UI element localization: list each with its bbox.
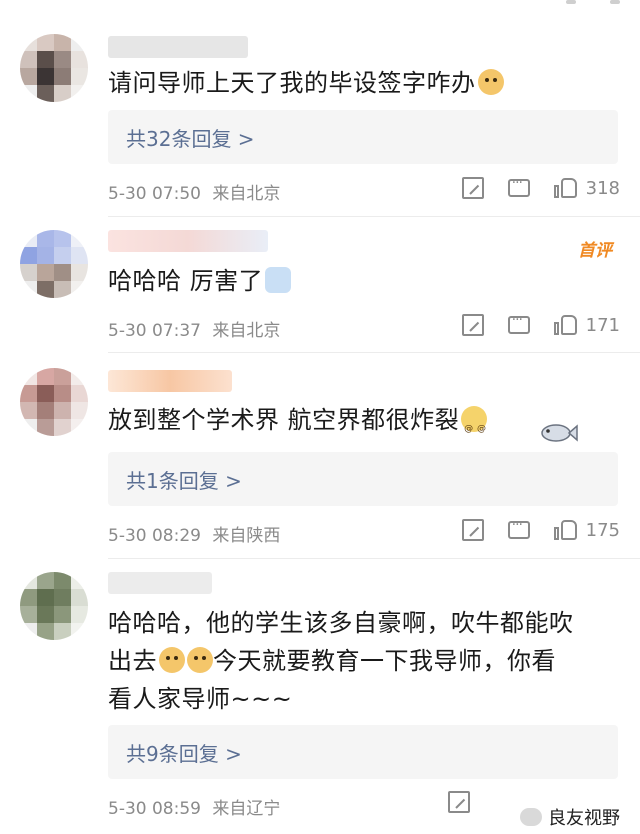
thumbs-up-icon xyxy=(553,176,578,200)
comment-actions xyxy=(424,791,470,813)
like-button[interactable]: 171 xyxy=(553,313,620,337)
like-count: 175 xyxy=(585,519,620,541)
comment-text-line: 出去 今天就要教育一下我导师，你看 xyxy=(108,647,556,675)
avatar[interactable] xyxy=(20,34,88,102)
like-button[interactable]: 175 xyxy=(553,518,620,542)
watermark: 良友视野 xyxy=(520,804,620,830)
reply-button[interactable] xyxy=(507,312,530,334)
avatar[interactable] xyxy=(20,572,88,640)
comment-meta: 5-30 07:50 来自北京 xyxy=(108,179,280,204)
comment-meta: 5-30 07:37 来自北京 xyxy=(108,316,280,341)
username-blurred[interactable] xyxy=(108,370,232,392)
divider xyxy=(108,216,640,217)
location: 来自陕西 xyxy=(212,526,281,546)
replies-label: 共32条回复 > xyxy=(126,127,255,151)
thumbs-up-icon xyxy=(553,313,578,337)
wechat-logo-icon xyxy=(520,808,542,826)
rocket-icon xyxy=(265,267,292,293)
comment-text-line: 看人家导师~~~ xyxy=(108,685,293,713)
timestamp: 5-30 08:29 xyxy=(108,526,201,546)
top-strip xyxy=(0,0,640,18)
top-fragment xyxy=(610,0,620,4)
like-button[interactable]: 318 xyxy=(553,176,620,200)
timestamp: 5-30 08:59 xyxy=(108,799,201,819)
avatar[interactable] xyxy=(20,368,88,436)
doge-face-icon xyxy=(187,647,213,673)
share-button[interactable] xyxy=(461,177,484,199)
share-button[interactable] xyxy=(448,791,470,813)
share-icon xyxy=(461,177,484,199)
location: 来自辽宁 xyxy=(212,799,281,819)
comment-text: 请问导师上天了我的毕设签字咋办 xyxy=(108,64,620,102)
username-blurred[interactable] xyxy=(108,36,248,58)
reply-button[interactable] xyxy=(507,175,530,197)
comment-text-line: 哈哈哈，他的学生该多自豪啊，吹牛都能吹 xyxy=(108,609,574,637)
reply-button[interactable] xyxy=(507,517,530,539)
comment-actions: 175 xyxy=(438,517,620,542)
replies-label: 共9条回复 > xyxy=(126,742,242,766)
avatar[interactable] xyxy=(20,230,88,298)
doge-face-icon xyxy=(159,647,185,673)
divider xyxy=(108,352,640,353)
share-icon xyxy=(461,314,484,336)
comment-meta: 5-30 08:29 来自陕西 xyxy=(108,521,280,546)
replies-link[interactable]: 共1条回复 > xyxy=(108,452,618,506)
comment-actions: 318 xyxy=(438,175,620,200)
comment-icon xyxy=(507,175,530,197)
fish-sticker-icon xyxy=(538,420,578,446)
username-blurred[interactable] xyxy=(108,572,212,594)
username-blurred[interactable] xyxy=(108,230,268,252)
like-count: 318 xyxy=(585,177,620,199)
thumbs-up-icon xyxy=(553,518,578,542)
location: 来自北京 xyxy=(212,321,281,341)
comment-icon xyxy=(507,312,530,334)
comment-actions: 171 xyxy=(438,312,620,337)
share-button[interactable] xyxy=(461,519,484,541)
share-button[interactable] xyxy=(461,314,484,336)
timestamp: 5-30 07:50 xyxy=(108,184,201,204)
share-icon xyxy=(448,791,470,813)
divider xyxy=(108,558,640,559)
comment-text: 哈哈哈，他的学生该多自豪啊，吹牛都能吹 出去 今天就要教育一下我导师，你看 看人家… xyxy=(108,604,620,718)
doge-face-icon xyxy=(477,69,504,95)
first-comment-badge: 首评 xyxy=(578,241,612,261)
replies-link[interactable]: 共9条回复 > xyxy=(108,725,618,779)
top-fragment xyxy=(566,0,576,4)
dizzy-face-icon xyxy=(461,406,488,448)
replies-label: 共1条回复 > xyxy=(126,469,242,493)
comment-text: 哈哈哈 厉害了 xyxy=(108,262,620,300)
comment-meta: 5-30 08:59 来自辽宁 xyxy=(108,794,280,819)
timestamp: 5-30 07:37 xyxy=(108,321,201,341)
replies-link[interactable]: 共32条回复 > xyxy=(108,110,618,164)
location: 来自北京 xyxy=(212,184,281,204)
like-count: 171 xyxy=(585,314,620,336)
share-icon xyxy=(461,519,484,541)
comment-icon xyxy=(507,517,530,539)
watermark-text: 良友视野 xyxy=(548,808,620,829)
